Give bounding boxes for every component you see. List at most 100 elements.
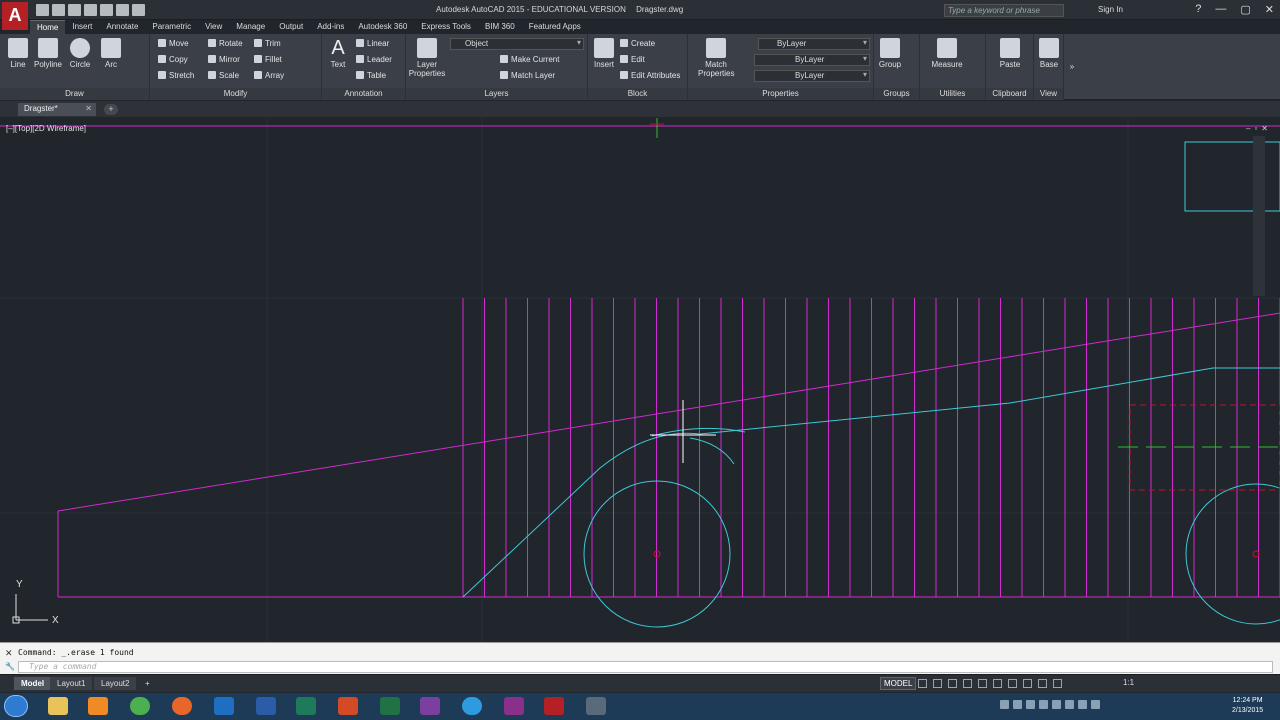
layout-tab-model[interactable]: Model xyxy=(14,677,52,690)
ortho-icon[interactable] xyxy=(948,679,957,688)
polyline-button[interactable]: Polyline xyxy=(32,38,64,69)
insert-block-button[interactable]: Insert xyxy=(588,38,620,69)
tab-home[interactable]: Home xyxy=(30,20,66,34)
viewcube-nav-bar[interactable] xyxy=(1253,136,1265,296)
app-taskbar-icon[interactable] xyxy=(586,697,606,715)
viewport-controls-label[interactable]: [–][Top][2D Wireframe] xyxy=(6,124,86,133)
onenote-2-icon[interactable] xyxy=(504,697,524,715)
leader-button[interactable]: Leader xyxy=(356,54,392,68)
tray-icon-5[interactable] xyxy=(1052,700,1061,709)
osnap-icon[interactable] xyxy=(978,679,987,688)
layer-properties-button[interactable]: Layer Properties xyxy=(408,38,446,78)
tab-express-tools[interactable]: Express Tools xyxy=(414,20,478,34)
move-button[interactable]: Move xyxy=(158,38,189,52)
fillet-button[interactable]: Fillet xyxy=(254,54,282,68)
color-dropdown[interactable]: ByLayer xyxy=(758,38,870,50)
start-button[interactable] xyxy=(4,695,28,717)
sign-in-link[interactable]: Sign In xyxy=(1098,5,1123,14)
tray-icon-1[interactable] xyxy=(1000,700,1009,709)
tab-autodesk-360[interactable]: Autodesk 360 xyxy=(351,20,414,34)
new-icon[interactable] xyxy=(36,4,49,16)
annotation-monitor-icon[interactable] xyxy=(1038,679,1047,688)
grid-icon[interactable] xyxy=(918,679,927,688)
make-current-button[interactable]: Make Current xyxy=(500,54,559,68)
network-icon[interactable] xyxy=(1078,700,1087,709)
tab-parametric[interactable]: Parametric xyxy=(145,20,198,34)
tab-featured-apps[interactable]: Featured Apps xyxy=(522,20,588,34)
media-player-icon[interactable] xyxy=(88,697,108,715)
application-menu-button[interactable]: A xyxy=(2,2,28,30)
print-icon[interactable] xyxy=(100,4,113,16)
selection-cycling-icon[interactable] xyxy=(1023,679,1032,688)
viewport-window-controls[interactable]: –▫✕ xyxy=(1246,124,1272,133)
trim-button[interactable]: Trim xyxy=(254,38,281,52)
add-layout-button[interactable]: + xyxy=(138,677,157,690)
table-button[interactable]: Table xyxy=(356,70,386,84)
model-space-button[interactable]: MODEL xyxy=(880,677,917,690)
close-tab-icon[interactable]: ✕ xyxy=(85,103,92,115)
save-as-icon[interactable] xyxy=(84,4,97,16)
utilities-panel-title[interactable]: Utilities xyxy=(920,88,985,100)
group-button[interactable]: Group xyxy=(874,38,906,69)
word-icon[interactable] xyxy=(256,697,276,715)
ribbon-collapse-button[interactable]: » xyxy=(1064,34,1080,100)
stretch-button[interactable]: Stretch xyxy=(158,70,194,84)
command-input[interactable]: Type a command xyxy=(18,661,1273,673)
tray-icon-6[interactable] xyxy=(1065,700,1074,709)
autocad-taskbar-icon[interactable] xyxy=(544,697,564,715)
annotation-scale[interactable]: 1:1 xyxy=(1123,678,1134,687)
modify-panel-title[interactable]: Modify xyxy=(150,88,321,100)
lineweight-dropdown[interactable]: ByLayer xyxy=(754,70,870,82)
rotate-button[interactable]: Rotate xyxy=(208,38,243,52)
close-button[interactable]: ✕ xyxy=(1265,3,1274,16)
polar-icon[interactable] xyxy=(963,679,972,688)
explorer-icon[interactable] xyxy=(48,697,68,715)
excel-icon[interactable] xyxy=(380,697,400,715)
create-block-button[interactable]: Create xyxy=(620,38,655,52)
maximize-button[interactable]: ▢ xyxy=(1240,3,1250,16)
drawing-svg[interactable]: Y X xyxy=(0,118,1280,642)
close-command-icon[interactable]: ✕ xyxy=(5,648,13,659)
outlook-icon[interactable] xyxy=(214,697,234,715)
layer-dropdown[interactable]: Object xyxy=(450,38,584,50)
draw-panel-title[interactable]: Draw xyxy=(0,88,149,100)
scale-button[interactable]: Scale xyxy=(208,70,239,84)
tray-icon-3[interactable] xyxy=(1026,700,1035,709)
customize-icon[interactable]: 🔧 xyxy=(5,662,15,671)
properties-panel-title[interactable]: Properties xyxy=(688,88,873,100)
tab-output[interactable]: Output xyxy=(272,20,310,34)
lineweight-icon[interactable] xyxy=(1008,679,1017,688)
drawing-area[interactable]: Y X [–][Top][2D Wireframe] –▫✕ xyxy=(0,118,1280,642)
layers-panel-title[interactable]: Layers xyxy=(406,88,587,100)
firefox-icon[interactable] xyxy=(172,697,192,715)
help-icon[interactable]: ? xyxy=(1195,3,1201,16)
powerpoint-icon[interactable] xyxy=(338,697,358,715)
linetype-dropdown[interactable]: ByLayer xyxy=(754,54,870,66)
edit-block-button[interactable]: Edit xyxy=(620,54,645,68)
annotation-panel-title[interactable]: Annotation xyxy=(322,88,405,100)
publisher-icon[interactable] xyxy=(296,697,316,715)
snap-icon[interactable] xyxy=(933,679,942,688)
onenote-icon[interactable] xyxy=(420,697,440,715)
base-view-button[interactable]: Base xyxy=(1034,38,1064,69)
volume-icon[interactable] xyxy=(1091,700,1100,709)
match-layer-button[interactable]: Match Layer xyxy=(500,70,555,84)
layout-tab-layout2[interactable]: Layout2 xyxy=(94,677,137,690)
otrack-icon[interactable] xyxy=(993,679,1002,688)
units-icon[interactable] xyxy=(1053,679,1062,688)
tab-manage[interactable]: Manage xyxy=(229,20,272,34)
chrome-icon[interactable] xyxy=(130,697,150,715)
tray-icon-2[interactable] xyxy=(1013,700,1022,709)
save-icon[interactable] xyxy=(68,4,81,16)
array-button[interactable]: Array xyxy=(254,70,284,84)
tab-add-ins[interactable]: Add-ins xyxy=(310,20,351,34)
search-input[interactable]: Type a keyword or phrase xyxy=(944,4,1064,17)
text-button[interactable]: A Text xyxy=(322,38,354,69)
view-panel-title[interactable]: View xyxy=(1034,88,1063,100)
open-icon[interactable] xyxy=(52,4,65,16)
undo-icon[interactable] xyxy=(116,4,129,16)
linear-dimension-button[interactable]: Linear xyxy=(356,38,389,52)
layout-tab-layout1[interactable]: Layout1 xyxy=(50,677,93,690)
tab-annotate[interactable]: Annotate xyxy=(99,20,145,34)
block-panel-title[interactable]: Block xyxy=(588,88,687,100)
